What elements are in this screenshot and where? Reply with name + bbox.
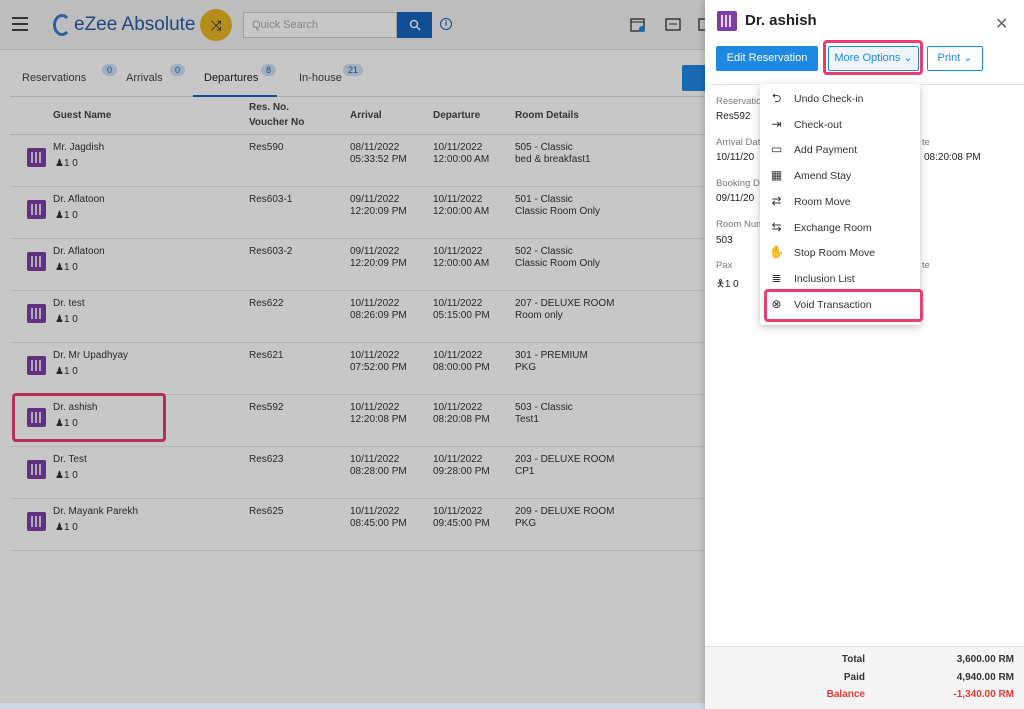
adult-icon: 🯅 — [716, 279, 725, 290]
menu-item-exchange-room[interactable]: ⇆ Exchange Room — [760, 215, 920, 240]
booking-date-value: 09/11/20 — [716, 193, 755, 204]
print-label: Print — [937, 52, 961, 64]
total-value: 3,600.00 RM — [956, 654, 1014, 665]
menu-item-room-move[interactable]: ⇄ Room Move — [760, 189, 920, 214]
menu-item-label: Check-out — [794, 118, 842, 131]
panel-title: Dr. ashish — [745, 12, 817, 29]
undo-checkin-icon: ⮌ — [771, 91, 782, 105]
checkout-icon: ⇥ — [771, 116, 782, 131]
room-number-label: Room Num — [716, 219, 765, 230]
departure-value: 08:20:08 PM — [924, 152, 981, 163]
balance-value: -1,340.00 RM — [953, 689, 1014, 700]
inclusion-icon: ≣ — [771, 270, 782, 285]
room-number-value: 503 — [716, 235, 733, 246]
bed-move-icon: ⇄ — [771, 193, 782, 208]
departure-label: te — [922, 137, 930, 148]
print-button[interactable]: Print ⌄ — [927, 46, 983, 71]
edit-reservation-button[interactable]: Edit Reservation — [716, 46, 818, 71]
menu-item-label: Amend Stay — [794, 170, 852, 183]
menu-item-add-payment[interactable]: ▭ Add Payment — [760, 137, 920, 162]
rate-label: te — [922, 260, 930, 271]
calendar-edit-icon: ▦ — [770, 168, 783, 183]
menu-item-label: Stop Room Move — [794, 247, 876, 260]
booking-date-label: Booking Da — [716, 178, 766, 189]
menu-item-stop-room-move[interactable]: ✋ Stop Room Move — [760, 240, 920, 265]
pax-count: 1 0 — [724, 279, 739, 290]
menu-item-label: Undo Check-in — [794, 93, 864, 105]
pax-label: Pax — [716, 260, 733, 271]
bed-exchange-icon: ⇆ — [771, 219, 782, 234]
hand-stop-icon: ✋ — [769, 245, 784, 260]
menu-item-check-out[interactable]: ⇥ Check-out — [760, 112, 920, 137]
close-icon[interactable]: ✕ — [995, 14, 1008, 34]
paid-value: 4,940.00 RM — [956, 672, 1014, 683]
menu-item-inclusion-list[interactable]: ≣ Inclusion List — [760, 266, 920, 291]
paid-label: Paid — [843, 672, 865, 683]
menu-item-label: Inclusion List — [794, 272, 855, 285]
bottom-taskbar — [0, 703, 705, 709]
highlight-more-options — [823, 40, 923, 75]
menu-item-undo-check-in[interactable]: ⮌ Undo Check-in — [760, 86, 920, 111]
total-label: Total — [841, 654, 865, 665]
menu-item-label: Add Payment — [794, 144, 858, 157]
menu-item-amend-stay[interactable]: ▦ Amend Stay — [760, 163, 920, 188]
menu-item-label: Exchange Room — [794, 221, 872, 234]
card-icon: ▭ — [770, 142, 783, 157]
reservation-value: Res592 — [716, 111, 751, 122]
room-icon — [717, 11, 737, 31]
menu-item-label: Room Move — [794, 195, 851, 208]
highlight-void-transaction — [764, 289, 923, 322]
chevron-down-icon: ⌄ — [963, 52, 973, 64]
balance-label: Balance — [826, 689, 865, 700]
arrival-label: Arrival Dat — [716, 137, 761, 148]
arrival-value: 10/11/20 — [716, 152, 755, 163]
reservation-label: Reservatio — [716, 96, 762, 107]
totals-footer: Total 3,600.00 RM Paid 4,940.00 RM Balan… — [705, 646, 1024, 709]
modal-backdrop[interactable] — [0, 0, 705, 709]
pax-value: 🯅1 0 — [716, 277, 739, 294]
